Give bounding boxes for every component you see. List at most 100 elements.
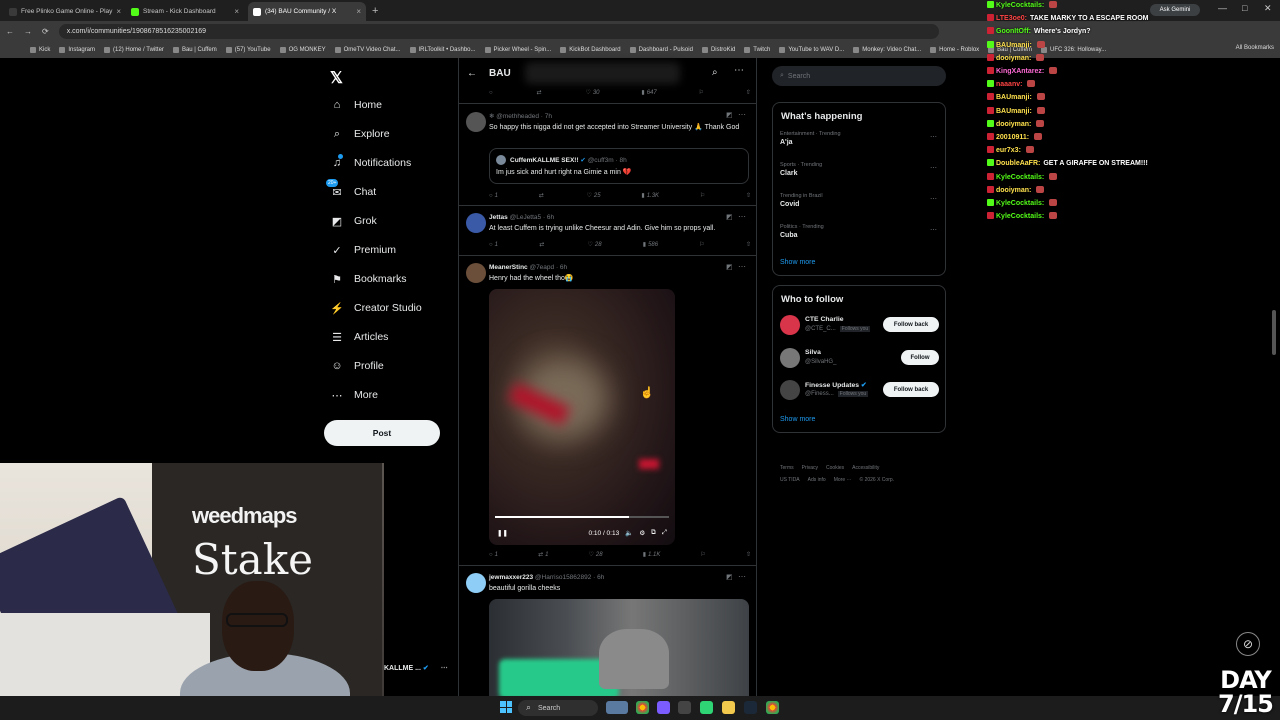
footer-link[interactable]: Ads info — [808, 477, 826, 483]
close-window-icon[interactable]: ✕ — [1264, 3, 1272, 14]
scrollbar[interactable] — [1272, 310, 1276, 355]
chat-username[interactable]: GoonItOff: — [996, 28, 1031, 35]
bookmark-icon[interactable]: ⚐ — [700, 551, 705, 558]
sidebar-item-premium[interactable]: ✓ Premium — [330, 243, 396, 257]
footer-link[interactable]: © 2026 X Corp. — [860, 477, 895, 483]
grok-icon[interactable]: ◩ — [726, 573, 733, 581]
repost-icon[interactable]: ⇄ — [539, 192, 546, 199]
app-icon[interactable] — [700, 701, 713, 714]
chat-username[interactable]: BAUmanji: — [996, 42, 1032, 49]
chrome-icon[interactable] — [766, 701, 779, 714]
grok-icon[interactable]: ◩ — [726, 213, 733, 221]
repost-icon[interactable]: ⇄ — [537, 89, 544, 96]
avatar[interactable] — [466, 573, 486, 593]
back-arrow-icon[interactable]: ← — [467, 68, 477, 79]
trend-item[interactable]: Politics · Trending Cuba — [780, 224, 824, 239]
trend-item[interactable]: Sports · Trending Clark — [780, 162, 822, 177]
repost-icon[interactable]: ⇄ 1 — [538, 551, 548, 559]
bookmark-item[interactable]: Home - Roblox — [930, 47, 979, 53]
fullscreen-icon[interactable]: ⤢ — [662, 529, 667, 537]
chat-username[interactable]: dooiyman: — [996, 121, 1031, 128]
reply-icon[interactable]: ○ — [489, 89, 495, 96]
bookmark-item[interactable]: DistroKid — [701, 47, 735, 53]
chat-username[interactable]: eur7x3: — [996, 147, 1021, 154]
share-icon[interactable]: ⇧ — [746, 89, 751, 96]
browser-tab[interactable]: Stream - Kick Dashboard × — [126, 2, 244, 21]
more-icon[interactable]: ⋯ — [930, 226, 937, 234]
bookmark-item[interactable]: Dashboard - Pulsoid — [629, 47, 693, 53]
quoted-tweet[interactable] — [489, 148, 749, 184]
reply-icon[interactable]: ○ 1 — [489, 192, 498, 199]
maximize-icon[interactable]: □ — [1242, 3, 1247, 13]
app-icon[interactable] — [678, 701, 691, 714]
file-explorer-icon[interactable] — [722, 701, 735, 714]
chat-username[interactable]: 20010911: — [996, 134, 1029, 141]
bookmark-item[interactable]: Monkey: Video Chat... — [853, 47, 921, 53]
bookmark-item[interactable]: YouTube to WAV D... — [779, 47, 844, 53]
more-icon[interactable]: ⋯ — [738, 110, 746, 119]
follow-name[interactable]: CTE Charlie — [805, 316, 844, 323]
sidebar-item-creator-studio[interactable]: ⚡ Creator Studio — [330, 301, 422, 315]
tab-close-icon[interactable]: × — [234, 7, 239, 16]
avatar[interactable] — [780, 315, 800, 335]
x-logo-icon[interactable]: 𝕏 — [330, 68, 343, 88]
chat-username[interactable]: KyleCocktails: — [996, 2, 1044, 9]
pause-icon[interactable]: ❚❚ — [497, 529, 508, 537]
sidebar-item-profile[interactable]: ☺ Profile — [330, 359, 383, 373]
share-icon[interactable]: ⇧ — [746, 551, 751, 558]
bookmark-item[interactable]: Twitch — [744, 47, 770, 53]
chat-username[interactable]: naaanv: — [996, 81, 1022, 88]
sidebar-item-more[interactable]: ⋯ More — [330, 388, 378, 402]
chat-username[interactable]: LTE3oe0: — [996, 15, 1027, 22]
footer-link[interactable]: Accessibility — [852, 465, 879, 471]
reply-icon[interactable]: ○ 1 — [489, 551, 498, 558]
sidebar-item-home[interactable]: ⌂ Home — [330, 98, 382, 112]
chat-username[interactable]: BAUmanji: — [996, 94, 1032, 101]
bookmark-icon[interactable]: ⚐ — [700, 192, 705, 199]
search-icon[interactable]: ⌕ — [712, 67, 718, 78]
more-icon[interactable]: ⋯ — [930, 195, 937, 203]
repost-icon[interactable]: ⇄ — [539, 241, 546, 248]
like-icon[interactable]: ♡ 28 — [589, 551, 603, 559]
bookmark-item[interactable]: Bau | Cuffem — [172, 47, 217, 53]
all-bookmarks-link[interactable]: All Bookmarks — [1236, 45, 1274, 51]
bookmark-item[interactable]: Instagram — [59, 47, 95, 53]
bookmark-item[interactable]: OG MONKEY — [279, 47, 326, 53]
sidebar-item-articles[interactable]: ☰ Articles — [330, 330, 388, 344]
chat-username[interactable]: dooiyman: — [996, 55, 1031, 62]
avatar[interactable] — [780, 380, 800, 400]
show-more-link[interactable]: Show more — [780, 416, 815, 423]
grok-icon[interactable]: ◩ — [726, 263, 733, 271]
tweet-image[interactable] — [489, 599, 749, 696]
browser-tab[interactable]: (34) BAU Community / X × — [248, 2, 366, 21]
steam-icon[interactable] — [744, 701, 757, 714]
sidebar-item-explore[interactable]: ⌕ Explore — [330, 127, 390, 141]
follow-button[interactable]: Follow back — [883, 317, 939, 332]
more-icon[interactable]: ⋯ — [930, 164, 937, 172]
new-tab-button[interactable]: + — [372, 5, 378, 17]
like-icon[interactable]: ♡ 25 — [587, 192, 601, 200]
more-icon[interactable]: ⋯ — [738, 572, 746, 581]
pip-icon[interactable]: ⧉ — [651, 529, 656, 537]
bookmark-item[interactable]: KickBot Dashboard — [560, 47, 621, 53]
follow-button[interactable]: Follow — [901, 350, 939, 365]
chat-username[interactable]: KingXAntarez: — [996, 68, 1044, 75]
like-icon[interactable]: ♡ 30 — [585, 89, 599, 97]
tab-close-icon[interactable]: × — [356, 7, 361, 16]
bookmark-item[interactable]: UFC 326: Holloway... — [1040, 47, 1106, 53]
bookmark-item[interactable]: (57) YouTube — [225, 47, 271, 53]
views-icon[interactable]: ▮ 647 — [641, 89, 656, 97]
sidebar-item-chat[interactable]: ✉ Chat 20+ — [326, 179, 376, 199]
bookmark-item[interactable]: IRLToolkit • Dashbo... — [409, 47, 476, 53]
forward-icon[interactable]: → — [24, 27, 32, 36]
settings-icon[interactable]: ⚙ — [639, 529, 645, 537]
account-switcher[interactable]: KALLME ... ✔ ⋯ — [384, 664, 448, 672]
show-more-link[interactable]: Show more — [780, 259, 815, 266]
video-progress-bar[interactable] — [495, 516, 669, 518]
bookmark-icon[interactable]: ⚐ — [699, 89, 704, 96]
follow-button[interactable]: Follow back — [883, 382, 939, 397]
views-icon[interactable]: ▮ 1.3K — [641, 192, 659, 200]
back-icon[interactable]: ← — [6, 27, 14, 36]
app-icon[interactable] — [657, 701, 670, 714]
footer-link[interactable]: Privacy — [802, 465, 818, 471]
